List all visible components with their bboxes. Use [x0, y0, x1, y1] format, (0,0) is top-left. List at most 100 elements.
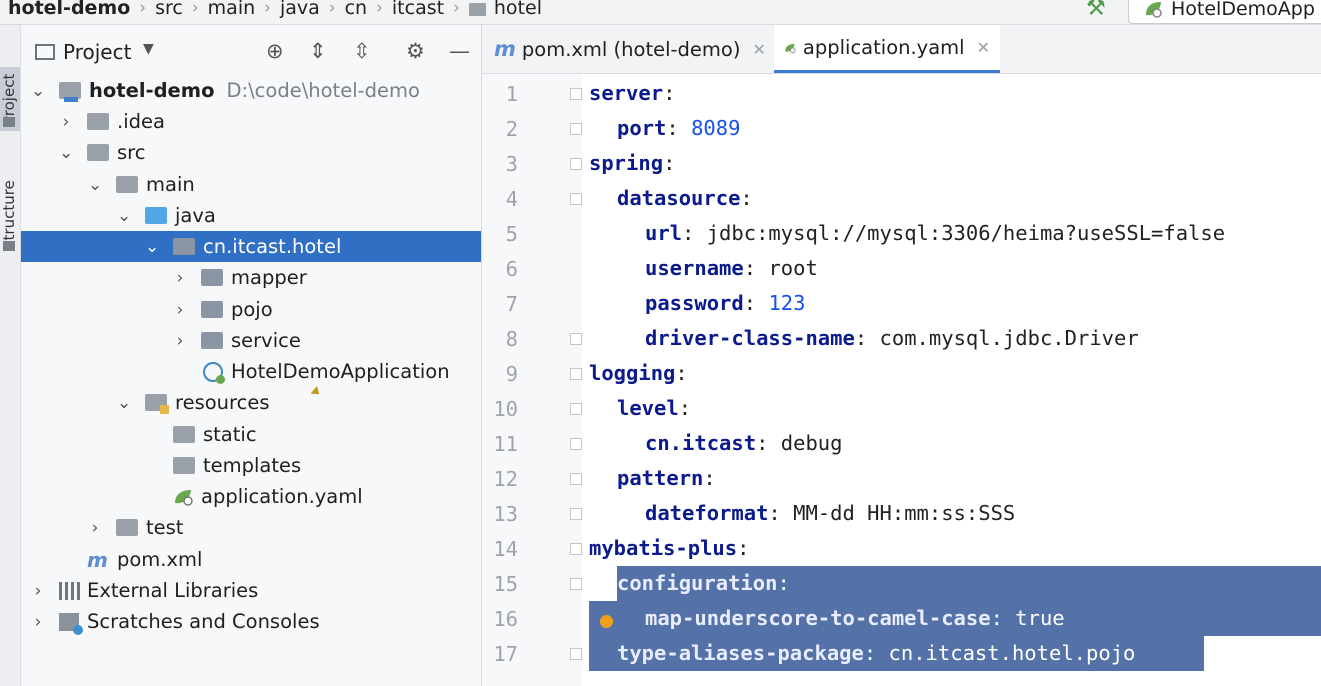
fold-marker-icon[interactable]: [570, 508, 582, 520]
code-line[interactable]: 2 port: 8089: [482, 111, 1321, 146]
code-text: map-underscore-to-camel-case: true: [645, 606, 1065, 630]
chevron-right-icon[interactable]: ›: [59, 112, 73, 132]
fold-marker-icon[interactable]: [570, 193, 582, 205]
fold-marker-icon[interactable]: [570, 578, 582, 590]
breadcrumb-item[interactable]: hotel-demo: [8, 0, 130, 19]
chevron-down-icon[interactable]: ⌄: [117, 393, 131, 413]
yaml-separator: :: [675, 361, 688, 385]
chevron-down-icon[interactable]: ⌄: [145, 237, 159, 257]
tree-item-service[interactable]: › service: [21, 325, 481, 356]
chevron-down-icon[interactable]: ⌄: [59, 143, 73, 163]
code-line[interactable]: 1 server:: [482, 76, 1321, 111]
chevron-right-icon[interactable]: ›: [173, 268, 187, 288]
chevron-right-icon: ›: [376, 0, 383, 18]
code-line[interactable]: 8 driver-class-name: com.mysql.jdbc.Drive…: [482, 321, 1321, 356]
code-line[interactable]: 17 type-aliases-package: cn.itcast.hotel.…: [482, 636, 1321, 671]
tree-item-pom-xml[interactable]: m pom.xml: [21, 544, 481, 575]
tree-item-mapper[interactable]: › mapper: [21, 262, 481, 293]
chevron-right-icon[interactable]: ›: [173, 331, 187, 351]
yaml-key: logging: [589, 361, 676, 385]
code-line[interactable]: 16 map-underscore-to-camel-case: true: [482, 601, 1321, 636]
fold-marker-icon[interactable]: [570, 368, 582, 380]
tree-item-src[interactable]: ⌄ src: [21, 137, 481, 168]
chevron-right-icon[interactable]: ›: [173, 300, 187, 320]
collapse-all-icon[interactable]: ⇳: [353, 39, 371, 63]
hide-panel-icon[interactable]: —: [449, 39, 470, 63]
breadcrumb-item[interactable]: java: [280, 0, 320, 19]
project-panel-title[interactable]: Project: [63, 40, 131, 64]
tab-pom-xml[interactable]: m pom.xml (hotel-demo) ✕: [484, 25, 772, 73]
tree-item-java[interactable]: ⌄ java: [21, 200, 481, 231]
folder-icon: [468, 2, 486, 16]
code-line[interactable]: 6 username: root: [482, 251, 1321, 286]
run-configuration-selector[interactable]: HotelDemoApp: [1128, 0, 1321, 24]
tree-item-scratches-and-consoles[interactable]: › Scratches and Consoles: [21, 606, 481, 637]
tree-item-static[interactable]: static: [21, 419, 481, 450]
code-line[interactable]: 3 spring:: [482, 146, 1321, 181]
navigation-bar: hotel-demo › src › main › java › cn › it…: [0, 0, 1321, 25]
tree-item-label: pom.xml: [117, 548, 203, 571]
close-icon[interactable]: ✕: [977, 38, 990, 57]
breadcrumb-item[interactable]: hotel: [494, 0, 542, 19]
code-text: pattern:: [617, 466, 716, 490]
chevron-down-icon[interactable]: ⌄: [88, 175, 102, 195]
fold-marker-icon[interactable]: [570, 333, 582, 345]
chevron-right-icon[interactable]: ›: [88, 518, 102, 538]
fold-marker-icon[interactable]: [570, 123, 582, 135]
chevron-down-icon[interactable]: ⌄: [31, 81, 45, 101]
fold-marker-icon[interactable]: [570, 648, 582, 660]
code-line[interactable]: 9 logging:: [482, 356, 1321, 391]
expand-all-icon[interactable]: ⇕: [309, 39, 327, 63]
tree-item-application-yaml[interactable]: application.yaml: [21, 481, 481, 512]
code-line[interactable]: 15 configuration:: [482, 566, 1321, 601]
project-panel: Project ▼ ⊕ ⇕ ⇳ ⚙ — ⌄ hotel-demo D:\code…: [21, 25, 482, 686]
code-line[interactable]: 10 level:: [482, 391, 1321, 426]
tree-item-test[interactable]: › test: [21, 512, 481, 543]
breadcrumb-item[interactable]: cn: [345, 0, 368, 19]
code-line[interactable]: 5 url: jdbc:mysql://mysql:3306/heima?useS…: [482, 216, 1321, 251]
yaml-value: 123: [768, 291, 806, 315]
code-line[interactable]: 7 password: 123: [482, 286, 1321, 321]
tree-item-idea[interactable]: › .idea: [21, 106, 481, 137]
tree-item-hoteldemoapplication[interactable]: HotelDemoApplication: [21, 356, 481, 387]
code-line[interactable]: 12 pattern:: [482, 461, 1321, 496]
code-line[interactable]: 4 datasource:: [482, 181, 1321, 216]
tree-item-pojo[interactable]: › pojo: [21, 294, 481, 325]
breadcrumb-item[interactable]: src: [155, 0, 183, 19]
fold-marker-icon[interactable]: [570, 473, 582, 485]
tree-item-hotel-demo[interactable]: ⌄ hotel-demo D:\code\hotel-demo: [21, 75, 481, 106]
chevron-down-icon[interactable]: ⌄: [117, 206, 131, 226]
tree-item-label: pojo: [231, 298, 273, 321]
tree-item-main[interactable]: ⌄ main: [21, 169, 481, 200]
line-number: 3: [505, 152, 518, 176]
tab-application-yaml[interactable]: application.yaml ✕: [774, 25, 1000, 73]
locate-crosshair-icon[interactable]: ⊕: [266, 39, 284, 63]
fold-marker-icon[interactable]: [570, 438, 582, 450]
breadcrumb-item[interactable]: main: [208, 0, 255, 19]
tree-item-cn-itcast-hotel[interactable]: ⌄ cn.itcast.hotel: [21, 231, 481, 262]
tree-item-templates[interactable]: templates: [21, 450, 481, 481]
tab-label: pom.xml (hotel-demo): [521, 37, 741, 61]
code-line[interactable]: 11 cn.itcast: debug: [482, 426, 1321, 461]
spring-boot-class-icon: [203, 361, 225, 384]
tree-item-resources[interactable]: ⌄ resources: [21, 387, 481, 418]
gear-icon[interactable]: ⚙: [406, 39, 425, 63]
fold-marker-icon[interactable]: [570, 88, 582, 100]
line-number: 6: [505, 257, 518, 281]
build-hammer-icon[interactable]: ⚒: [1086, 0, 1106, 21]
tree-item-label: Scratches and Consoles: [87, 610, 320, 633]
close-icon[interactable]: ✕: [752, 40, 765, 59]
fold-marker-icon[interactable]: [570, 403, 582, 415]
chevron-down-icon[interactable]: ▼: [143, 41, 154, 57]
code-line[interactable]: 13 dateformat: MM-dd HH:mm:ss:SSS: [482, 496, 1321, 531]
fold-marker-icon[interactable]: [570, 158, 582, 170]
chevron-right-icon[interactable]: ›: [31, 581, 45, 601]
intention-bulb-icon[interactable]: [600, 615, 613, 628]
code-text: username: root: [645, 256, 818, 280]
tree-item-external-libraries[interactable]: › External Libraries: [21, 575, 481, 606]
code-editor[interactable]: 1 server: 2 port: 8089 3 spring: 4 datasource: 5…: [482, 74, 1321, 686]
breadcrumb-item[interactable]: itcast: [392, 0, 444, 19]
code-line[interactable]: 14 mybatis-plus:: [482, 531, 1321, 566]
fold-marker-icon[interactable]: [570, 543, 582, 555]
chevron-right-icon[interactable]: ›: [31, 612, 45, 632]
